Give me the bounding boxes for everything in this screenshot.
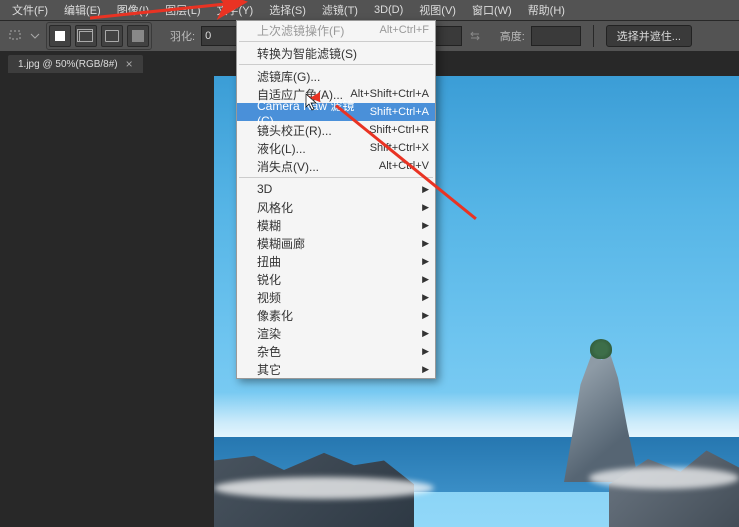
menu-help[interactable]: 帮助(H) [520, 0, 573, 20]
menu-distort[interactable]: 扭曲 [237, 252, 435, 270]
menu-vanishing[interactable]: 消失点(V)... Alt+Ctrl+V [237, 157, 435, 175]
menu-image[interactable]: 图像(I) [109, 0, 157, 20]
dropdown-icon[interactable] [30, 31, 40, 41]
selection-subtract-button[interactable] [101, 25, 123, 47]
menu-edit[interactable]: 编辑(E) [56, 0, 109, 20]
menu-stylize[interactable]: 风格化 [237, 198, 435, 216]
menu-item-shortcut: Shift+Ctrl+R [369, 124, 429, 136]
document-tab[interactable]: 1.jpg @ 50%(RGB/8#) × [8, 55, 143, 73]
menu-item-label: 模糊 [257, 217, 281, 234]
menu-3d-sub[interactable]: 3D [237, 180, 435, 198]
menu-item-label: 其它 [257, 361, 281, 378]
menubar: 文件(F) 编辑(E) 图像(I) 图层(L) 文字(Y) 选择(S) 滤镜(T… [0, 0, 739, 20]
menu-item-shortcut: Shift+Ctrl+X [370, 142, 429, 154]
image-foam-right [589, 467, 739, 489]
menu-sharpen[interactable]: 锐化 [237, 270, 435, 288]
swap-icon[interactable] [468, 29, 482, 43]
menu-blur-gallery[interactable]: 模糊画廊 [237, 234, 435, 252]
menu-lens-correct[interactable]: 镜头校正(R)... Shift+Ctrl+R [237, 121, 435, 139]
menu-item-label: 锐化 [257, 271, 281, 288]
menu-filter-gallery[interactable]: 滤镜库(G)... [237, 67, 435, 85]
select-and-mask-button[interactable]: 选择并遮住... [606, 25, 692, 47]
menu-item-label: 消失点(V)... [257, 158, 319, 175]
menu-item-label: 镜头校正(R)... [257, 122, 332, 139]
tab-title: 1.jpg @ 50%(RGB/8#) [18, 59, 118, 70]
menu-item-label: 上次滤镜操作(F) [257, 22, 344, 39]
menu-select[interactable]: 选择(S) [261, 0, 314, 20]
menu-item-label: 视频 [257, 289, 281, 306]
feather-input[interactable] [201, 26, 237, 46]
menu-video[interactable]: 视频 [237, 288, 435, 306]
menu-last-filter[interactable]: 上次滤镜操作(F) Alt+Ctrl+F [237, 21, 435, 39]
menu-convert-smart[interactable]: 转换为智能滤镜(S) [237, 44, 435, 62]
filter-dropdown-menu: 上次滤镜操作(F) Alt+Ctrl+F 转换为智能滤镜(S) 滤镜库(G)..… [236, 20, 436, 379]
height-label: 高度: [500, 28, 525, 44]
menu-view[interactable]: 视图(V) [411, 0, 464, 20]
menu-item-label: 杂色 [257, 343, 281, 360]
menu-item-label: 滤镜库(G)... [257, 68, 320, 85]
tool-indicator-icon [8, 28, 24, 44]
menu-item-label: 模糊画廊 [257, 235, 305, 252]
menu-item-label: 风格化 [257, 199, 293, 216]
menu-item-label: 扭曲 [257, 253, 281, 270]
selection-add-button[interactable] [75, 25, 97, 47]
toolbar-divider-2 [593, 25, 594, 47]
menu-liquify[interactable]: 液化(L)... Shift+Ctrl+X [237, 139, 435, 157]
menu-divider [239, 177, 433, 178]
menu-item-label: 3D [257, 182, 272, 196]
tab-close-button[interactable]: × [126, 57, 133, 71]
menu-window[interactable]: 窗口(W) [464, 0, 520, 20]
selection-new-button[interactable] [49, 25, 71, 47]
menu-render[interactable]: 渲染 [237, 324, 435, 342]
menu-file[interactable]: 文件(F) [4, 0, 56, 20]
menu-other[interactable]: 其它 [237, 360, 435, 378]
menu-item-label: 渲染 [257, 325, 281, 342]
menu-item-label: 像素化 [257, 307, 293, 324]
height-input[interactable] [531, 26, 581, 46]
menu-item-shortcut: Alt+Ctrl+F [379, 24, 429, 36]
feather-label: 羽化: [170, 28, 195, 44]
menu-camera-raw[interactable]: Camera Raw 滤镜(C)... Shift+Ctrl+A [237, 103, 435, 121]
selection-mode-group [46, 22, 152, 50]
menu-item-shortcut: Alt+Ctrl+V [379, 160, 429, 172]
image-tree [590, 339, 612, 359]
image-clouds [214, 392, 739, 442]
menu-text[interactable]: 文字(Y) [209, 0, 262, 20]
menu-item-label: 转换为智能滤镜(S) [257, 45, 357, 62]
menu-layer[interactable]: 图层(L) [157, 0, 208, 20]
image-foam-left [214, 477, 434, 499]
menu-noise[interactable]: 杂色 [237, 342, 435, 360]
menu-divider [239, 41, 433, 42]
menu-pixelate[interactable]: 像素化 [237, 306, 435, 324]
menu-item-label: 液化(L)... [257, 140, 306, 157]
menu-blur[interactable]: 模糊 [237, 216, 435, 234]
menu-item-shortcut: Shift+Ctrl+A [370, 106, 429, 118]
menu-filter[interactable]: 滤镜(T) [314, 0, 366, 20]
menu-divider [239, 64, 433, 65]
menu-3d[interactable]: 3D(D) [366, 2, 411, 18]
selection-intersect-button[interactable] [127, 25, 149, 47]
